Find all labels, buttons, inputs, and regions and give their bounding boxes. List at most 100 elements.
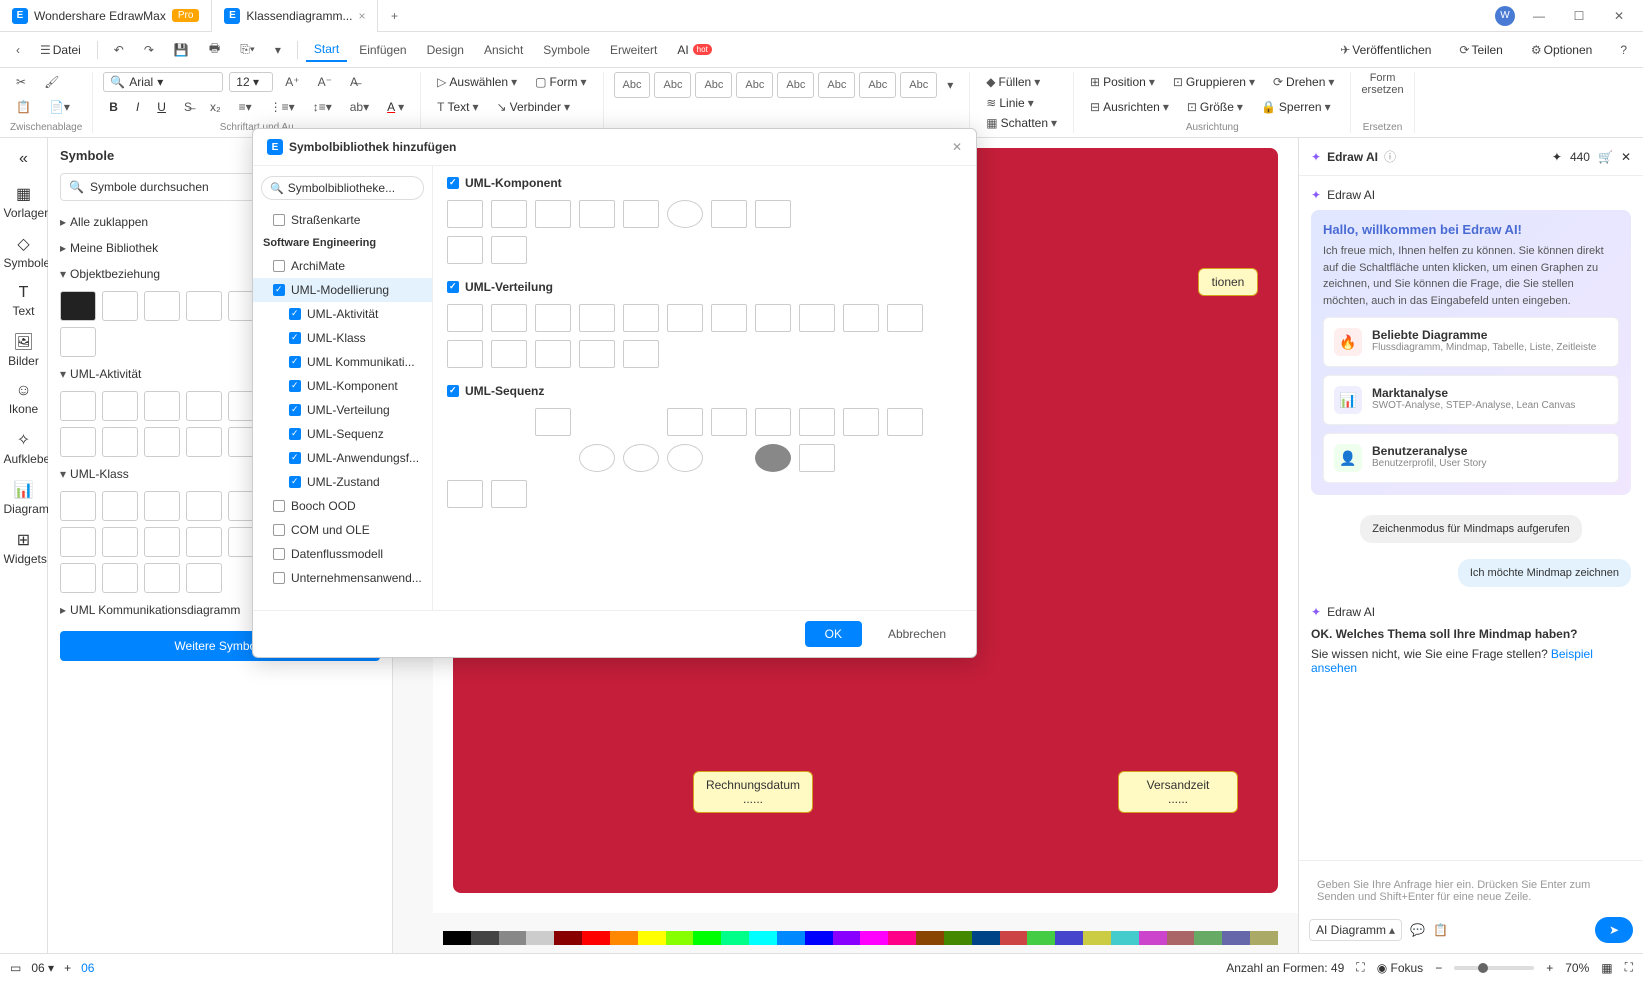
- cat-uml-sequenz[interactable]: UML-Sequenz: [253, 422, 432, 446]
- style-preset-6[interactable]: Abc: [818, 72, 855, 98]
- shape-item[interactable]: [60, 427, 96, 457]
- font-size-selector[interactable]: 12 ▾: [229, 72, 273, 92]
- shape-item[interactable]: [186, 391, 222, 421]
- shape-preview[interactable]: [799, 304, 835, 332]
- shape-preview[interactable]: [491, 480, 527, 508]
- highlight-button[interactable]: ab▾: [344, 97, 375, 117]
- shape-preview[interactable]: [623, 340, 659, 368]
- shape-preview[interactable]: [667, 408, 703, 436]
- rail-stickers[interactable]: ✧Aufkleber: [4, 424, 44, 472]
- font-selector[interactable]: 🔍 Arial ▾: [103, 72, 223, 92]
- color-palette[interactable]: [443, 931, 1278, 945]
- shape-item[interactable]: [144, 491, 180, 521]
- shape-preview[interactable]: [491, 444, 527, 472]
- shape-preview[interactable]: [447, 236, 483, 264]
- shape-preview[interactable]: [447, 304, 483, 332]
- tab-design[interactable]: Design: [419, 39, 472, 61]
- shape-item[interactable]: [186, 291, 222, 321]
- publish-button[interactable]: ✈ Veröffentlichen: [1332, 39, 1439, 61]
- shape-preview[interactable]: [843, 340, 879, 368]
- strikethrough-button[interactable]: S̶: [178, 97, 198, 117]
- numbering-button[interactable]: ⋮≡▾: [264, 97, 301, 117]
- shape-preview[interactable]: [667, 444, 703, 472]
- back-button[interactable]: ‹: [8, 39, 28, 61]
- tab-insert[interactable]: Einfügen: [351, 39, 414, 61]
- maximize-icon[interactable]: ☐: [1563, 4, 1595, 28]
- rail-text[interactable]: TText: [4, 278, 44, 324]
- size-button[interactable]: ⊡ Größe▾: [1181, 97, 1249, 117]
- decrease-font-button[interactable]: A⁻: [312, 72, 338, 92]
- cat-software-eng[interactable]: Software Engineering: [253, 232, 432, 254]
- tab-symbols[interactable]: Symbole: [535, 39, 598, 61]
- collapse-rail-button[interactable]: «: [4, 144, 44, 176]
- font-color-button[interactable]: A▾: [381, 97, 410, 117]
- tab-start[interactable]: Start: [306, 38, 347, 62]
- shape-preview[interactable]: [843, 444, 879, 472]
- zoom-in-button[interactable]: +: [1546, 961, 1553, 975]
- line-spacing-button[interactable]: ↕≡▾: [307, 97, 338, 117]
- print-button[interactable]: 🖶: [201, 35, 228, 64]
- card-popular-diagrams[interactable]: 🔥 Beliebte DiagrammeFlussdiagramm, Mindm…: [1323, 317, 1619, 367]
- bold-button[interactable]: B: [103, 97, 124, 117]
- style-preset-1[interactable]: Abc: [614, 72, 651, 98]
- share-button[interactable]: ⟳ Teilen: [1451, 39, 1510, 61]
- save-button[interactable]: 💾: [166, 39, 197, 61]
- shape-preview[interactable]: [755, 304, 791, 332]
- rail-diagrams[interactable]: 📊Diagram...: [4, 474, 44, 522]
- app-tab[interactable]: E Wondershare EdrawMax Pro: [0, 0, 212, 32]
- shape-preview[interactable]: [799, 200, 835, 228]
- shape-tool[interactable]: ▢ Form▾: [529, 72, 592, 92]
- rail-templates[interactable]: ▦Vorlagen: [4, 178, 44, 226]
- shape-preview[interactable]: [623, 408, 659, 436]
- shape-preview[interactable]: [755, 408, 791, 436]
- card-user-analysis[interactable]: 👤 BenutzeranalyseBenutzerprofil, User St…: [1323, 433, 1619, 483]
- shape-item[interactable]: [60, 327, 96, 357]
- shape-preview[interactable]: [535, 236, 571, 264]
- style-preset-4[interactable]: Abc: [736, 72, 773, 98]
- shape-preview[interactable]: [579, 236, 615, 264]
- style-preset-3[interactable]: Abc: [695, 72, 732, 98]
- shape-preview[interactable]: [667, 236, 703, 264]
- shape-item[interactable]: [102, 491, 138, 521]
- shape-preview[interactable]: [667, 200, 703, 228]
- shape-preview[interactable]: [491, 304, 527, 332]
- rail-icons[interactable]: ☺Ikone: [4, 376, 44, 422]
- page-selector[interactable]: 06 ▾: [31, 961, 54, 975]
- rail-symbols[interactable]: ◇Symbole: [4, 228, 44, 276]
- user-avatar[interactable]: W: [1495, 6, 1515, 26]
- increase-font-button[interactable]: A⁺: [279, 72, 305, 92]
- shape-preview[interactable]: [447, 408, 483, 436]
- tab-advanced[interactable]: Erweitert: [602, 39, 665, 61]
- close-ai-panel[interactable]: ✕: [1621, 150, 1631, 164]
- shape-preview[interactable]: [711, 408, 747, 436]
- close-modal-button[interactable]: ✕: [952, 140, 962, 154]
- shadow-button[interactable]: ▦ Schatten▾: [980, 113, 1063, 133]
- shape-item[interactable]: [60, 291, 96, 321]
- tab-ai[interactable]: AIhot: [669, 39, 719, 61]
- shape-preview[interactable]: [535, 408, 571, 436]
- ai-info-icon[interactable]: ⓘ: [1384, 148, 1396, 165]
- shape-preview[interactable]: [843, 200, 879, 228]
- section-title-sequenz[interactable]: UML-Sequenz: [465, 384, 544, 398]
- align-button[interactable]: ⊟ Ausrichten▾: [1084, 97, 1175, 117]
- shape-item[interactable]: [186, 491, 222, 521]
- group-button[interactable]: ⊡ Gruppieren▾: [1167, 72, 1261, 92]
- cat-archimate[interactable]: ArchiMate: [253, 254, 432, 278]
- options-button[interactable]: ⚙ Optionen: [1523, 39, 1600, 61]
- subscript-button[interactable]: x₂: [204, 97, 227, 117]
- more-button[interactable]: ▾: [267, 39, 289, 61]
- shape-item[interactable]: [144, 427, 180, 457]
- ai-diagram-dropdown[interactable]: AI Diagramm ▴: [1309, 919, 1402, 941]
- cut-button[interactable]: ✂: [10, 72, 32, 92]
- export-button[interactable]: ⎘▾: [232, 38, 263, 61]
- cat-booch[interactable]: Booch OOD: [253, 494, 432, 518]
- undo-button[interactable]: ↶: [106, 39, 132, 61]
- shape-preview[interactable]: [491, 200, 527, 228]
- ai-send-button[interactable]: ➤: [1595, 917, 1633, 943]
- cat-uml-klass[interactable]: UML-Klass: [253, 326, 432, 350]
- shape-item[interactable]: [144, 391, 180, 421]
- shape-preview[interactable]: [579, 444, 615, 472]
- cat-uml-verteilung[interactable]: UML-Verteilung: [253, 398, 432, 422]
- add-tab-button[interactable]: +: [378, 9, 410, 23]
- add-page-button[interactable]: +: [64, 961, 71, 975]
